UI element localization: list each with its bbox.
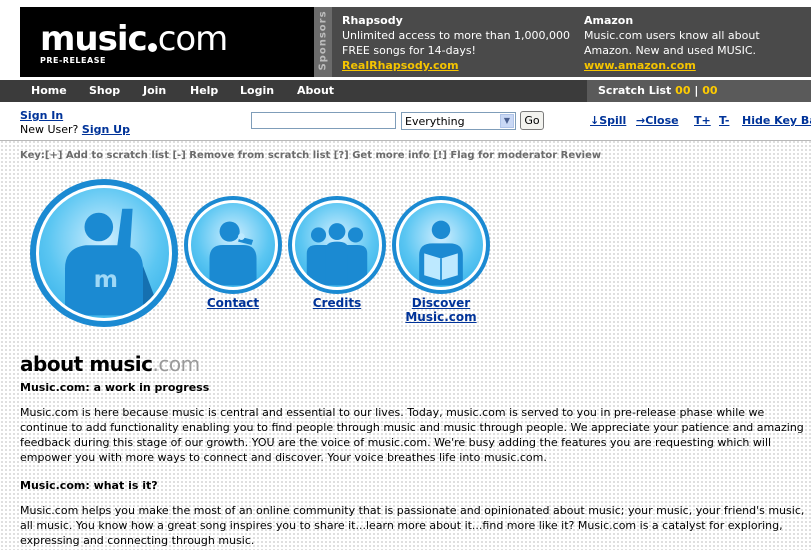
contact-link[interactable]: Contact — [199, 296, 267, 310]
text-larger-link[interactable]: T+ — [694, 114, 711, 127]
svg-text:m: m — [94, 265, 118, 293]
nav-login[interactable]: Login — [240, 84, 274, 97]
section-heading-progress: Music.com: a work in progress — [20, 381, 210, 394]
page-title: about music.com — [20, 352, 200, 376]
sign-in-link[interactable]: Sign In — [20, 109, 63, 122]
hide-key-bar-link[interactable]: Hide Key Bar — [742, 114, 811, 127]
page-title-ext: .com — [152, 352, 201, 376]
sponsor-ad-rhapsody: Rhapsody Unlimited access to more than 1… — [342, 13, 572, 73]
ad-link-amazon[interactable]: www.amazon.com — [584, 58, 811, 73]
ad-title: Rhapsody — [342, 14, 403, 27]
section-heading-what: Music.com: what is it? — [20, 479, 158, 492]
new-user-text: New User? — [20, 123, 79, 136]
ad-text: Unlimited access to more than 1,000,000 … — [342, 29, 571, 57]
sponsor-ads: Rhapsody Unlimited access to more than 1… — [332, 7, 811, 77]
chevron-down-icon[interactable]: ▼ — [500, 114, 514, 128]
search-input[interactable] — [251, 112, 396, 129]
utility-bar: Sign In New User? Sign Up Everything ▼ G… — [0, 102, 811, 141]
site-header: music com PRE-RELEASE Sponsors Rhapsody U… — [0, 0, 811, 80]
person-flag-icon: m — [65, 208, 159, 316]
discover-icon[interactable] — [392, 196, 490, 294]
go-button[interactable]: Go — [520, 111, 544, 130]
new-user-line: New User? Sign Up — [20, 123, 130, 136]
search-scope-select[interactable]: Everything ▼ — [401, 112, 516, 130]
ad-text: Music.com users know all about Amazon. N… — [584, 29, 760, 57]
scratch-count-a: 00 — [675, 84, 691, 97]
nav-join[interactable]: Join — [143, 84, 166, 97]
key-bar: Key:[+] Add to scratch list [-] Remove f… — [20, 150, 602, 161]
scratch-count-b: 00 — [702, 84, 718, 97]
logo-word: music — [40, 19, 148, 59]
nav-home[interactable]: Home — [31, 84, 67, 97]
discover-link[interactable]: Discover Music.com — [398, 296, 484, 324]
text-smaller-link[interactable]: T- — [719, 114, 729, 127]
close-link[interactable]: →Close — [636, 114, 679, 127]
page-title-main: about music — [20, 352, 153, 376]
scratch-sep: | — [694, 84, 699, 97]
sign-up-link[interactable]: Sign Up — [82, 123, 130, 136]
sponsors-tab: Sponsors — [314, 7, 332, 77]
contact-icon[interactable] — [184, 196, 282, 294]
sponsor-ad-amazon: Amazon Music.com users know all about Am… — [584, 13, 811, 73]
logo-dot-icon — [147, 43, 157, 52]
search-scope-value: Everything — [405, 115, 465, 128]
nav-about[interactable]: About — [297, 84, 334, 97]
nav-help[interactable]: Help — [190, 84, 218, 97]
pre-release-tag: PRE-RELEASE — [40, 56, 106, 65]
about-hero-icon: m — [30, 179, 178, 327]
scratch-label: Scratch List — [598, 84, 672, 97]
section-body-progress: Music.com is here because music is centr… — [20, 406, 804, 464]
section-body-what: Music.com helps you make the most of an … — [20, 504, 805, 547]
spill-link[interactable]: ↓Spill — [590, 114, 626, 127]
nav-shop[interactable]: Shop — [89, 84, 120, 97]
scratch-list[interactable]: Scratch List 00 | 00 — [587, 80, 811, 102]
music-com-logo[interactable]: music com PRE-RELEASE — [20, 7, 314, 77]
credits-link[interactable]: Credits — [303, 296, 371, 310]
ad-title: Amazon — [584, 14, 634, 27]
ad-link-rhapsody[interactable]: RealRhapsody.com — [342, 58, 572, 73]
logo-ext: com — [157, 19, 229, 59]
credits-icon[interactable] — [288, 196, 386, 294]
